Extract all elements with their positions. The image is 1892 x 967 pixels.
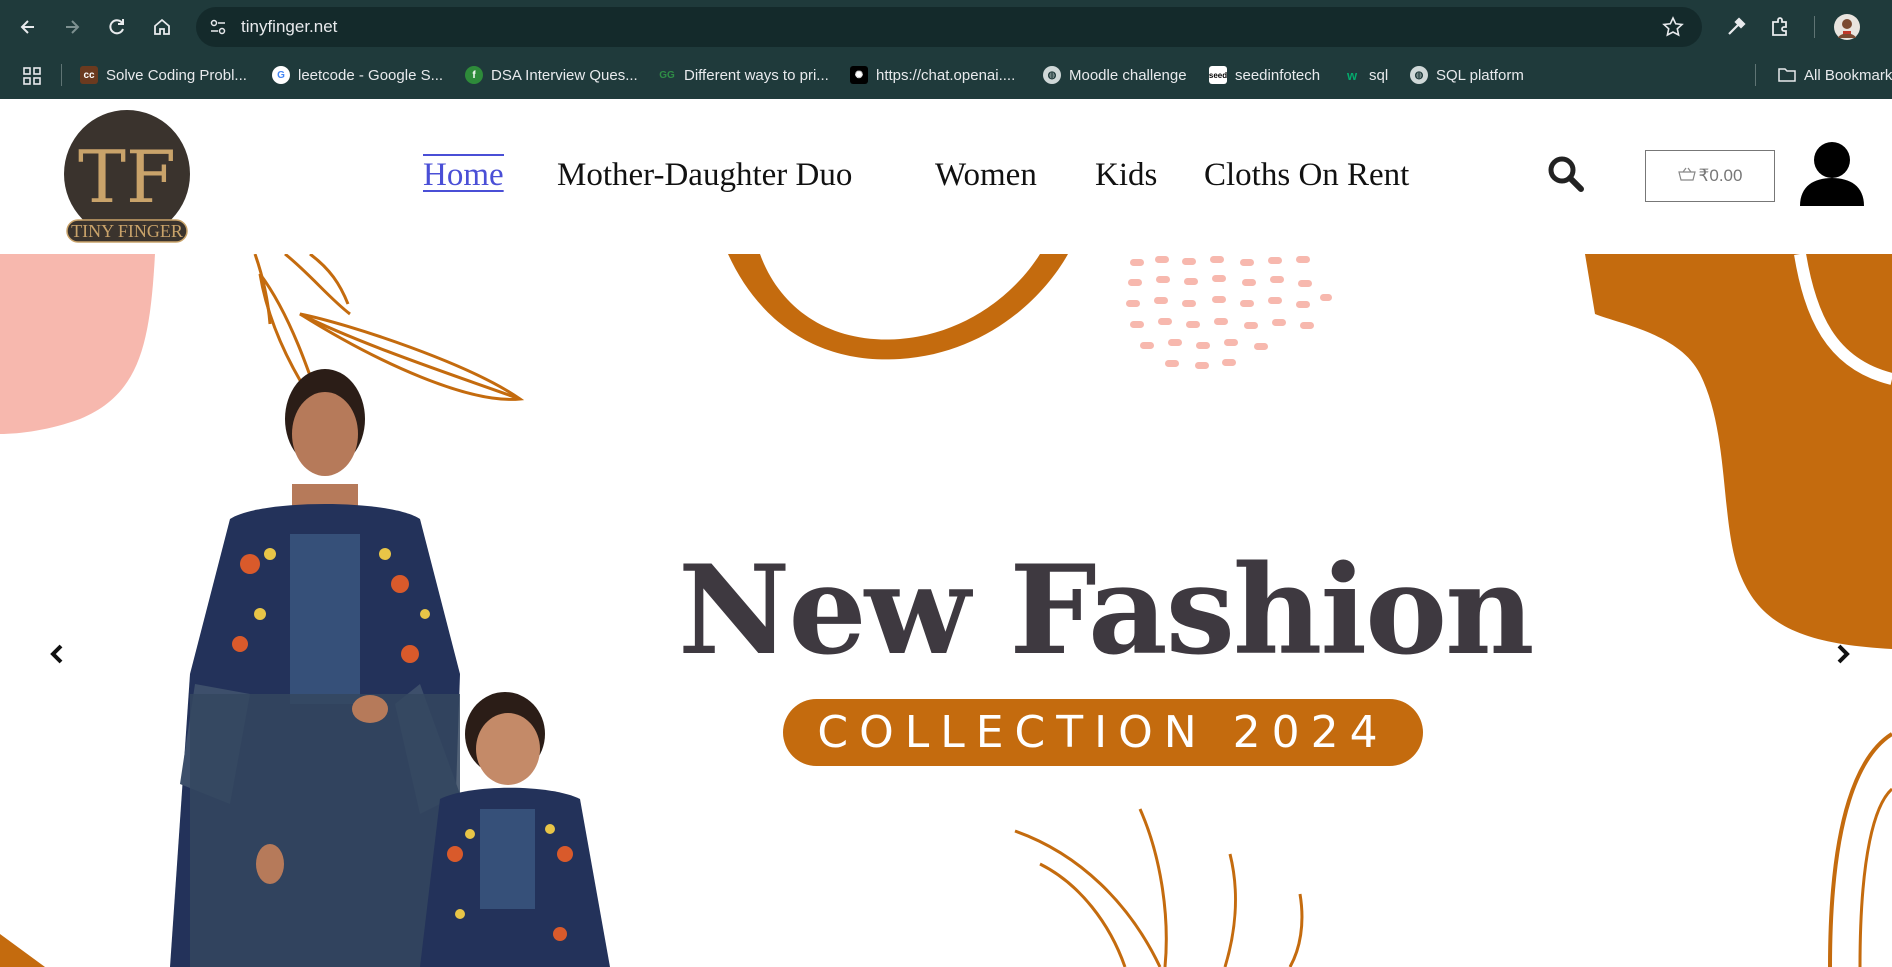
all-bookmarks-folder[interactable]: All Bookmarks (1778, 64, 1892, 86)
collection-badge: COLLECTION 2024 (783, 699, 1423, 766)
nav-home[interactable]: Home (423, 154, 504, 194)
bookmark-label: seedinfotech (1235, 66, 1321, 84)
site-logo[interactable]: TF TINY FINGER (63, 110, 191, 243)
forward-icon[interactable] (56, 11, 88, 43)
bookmark-item[interactable]: cc Solve Coding Probl... (80, 64, 247, 86)
nav-kids[interactable]: Kids (1095, 157, 1157, 194)
site-header: TF TINY FINGER Home Mother-Daughter Duo … (0, 99, 1892, 254)
slider-next-icon[interactable] (1828, 639, 1858, 669)
hero-banner: New Fashion COLLECTION 2024 (0, 254, 1892, 967)
pink-blob (0, 254, 155, 434)
nav-mother-daughter-duo[interactable]: Mother-Daughter Duo (557, 157, 852, 194)
bookmarks-divider (1755, 64, 1756, 86)
hero-headline: New Fashion (678, 539, 1535, 683)
bookmark-item[interactable]: ◍ Moodle challenge (1043, 64, 1187, 86)
browser-chrome: tinyfinger.net cc Solve Coding Probl... … (0, 0, 1892, 99)
basket-icon (1677, 166, 1696, 186)
bookmark-label: Moodle challenge (1069, 66, 1187, 84)
gfg-icon: GG (659, 69, 675, 81)
bookmark-item[interactable]: seed seedinfotech (1209, 64, 1320, 86)
seed-icon: seed (1209, 66, 1227, 84)
dsa-icon: f (465, 66, 483, 84)
search-icon[interactable] (1546, 154, 1586, 194)
browser-toolbar: tinyfinger.net (0, 0, 1892, 54)
collection-text: COLLECTION 2024 (817, 707, 1389, 758)
site-info-icon[interactable] (206, 15, 230, 39)
bookmark-label: DSA Interview Ques... (491, 66, 638, 84)
slider-prev-icon[interactable] (42, 639, 72, 669)
bookmark-label: leetcode - Google S... (298, 66, 444, 84)
bookmark-label: sql (1369, 66, 1389, 84)
models-photo (170, 369, 610, 967)
all-bookmarks-label: All Bookmarks (1804, 66, 1892, 84)
bookmark-item[interactable]: ◍ SQL platform (1410, 64, 1524, 86)
w3-icon: w (1346, 67, 1358, 83)
toolbar-divider (1814, 16, 1815, 38)
globe-icon: ◍ (1410, 66, 1428, 84)
bookmark-star-icon[interactable] (1662, 16, 1684, 43)
address-bar[interactable]: tinyfinger.net (196, 7, 1702, 47)
globe-icon: ◍ (1043, 66, 1061, 84)
google-icon: G (272, 66, 290, 84)
extensions-icon[interactable] (1766, 13, 1794, 41)
bookmark-item[interactable]: G leetcode - Google S... (272, 64, 443, 86)
account-icon[interactable] (1798, 140, 1866, 208)
cart-total: ₹0.00 (1698, 166, 1743, 185)
orange-arc (728, 254, 1068, 360)
bookmark-item[interactable]: ✺ https://chat.openai.... (850, 64, 1015, 86)
folder-icon (1778, 66, 1796, 84)
cart-button[interactable]: ₹0.00 (1645, 150, 1775, 202)
back-icon[interactable] (12, 11, 44, 43)
nav-women[interactable]: Women (935, 157, 1037, 194)
url-text: tinyfinger.net (241, 17, 338, 36)
cc-icon: cc (80, 66, 98, 84)
orange-right-shape (1585, 254, 1892, 649)
openai-icon: ✺ (850, 66, 868, 84)
leaf-outlines-bottom (1014, 808, 1304, 967)
apps-grid-icon[interactable] (16, 60, 48, 92)
bookmark-label: Solve Coding Probl... (106, 66, 247, 84)
bookmark-label: SQL platform (1436, 66, 1524, 84)
bookmark-label: https://chat.openai.... (876, 66, 1016, 84)
logo-monogram: TF (78, 135, 176, 219)
profile-avatar[interactable] (1833, 13, 1861, 41)
pink-dots (1126, 256, 1332, 369)
bookmark-item[interactable]: w sql (1343, 64, 1388, 86)
bookmark-label: Different ways to pri... (684, 66, 829, 84)
eyedropper-icon[interactable] (1722, 13, 1750, 41)
bookmark-item[interactable]: f DSA Interview Ques... (465, 64, 638, 86)
logo-text: TINY FINGER (71, 221, 183, 241)
nav-cloths-on-rent[interactable]: Cloths On Rent (1204, 157, 1409, 194)
home-icon[interactable] (146, 11, 178, 43)
bookmark-item[interactable]: GG Different ways to pri... (658, 64, 829, 86)
reload-icon[interactable] (101, 11, 133, 43)
bookmarks-divider (61, 64, 62, 86)
